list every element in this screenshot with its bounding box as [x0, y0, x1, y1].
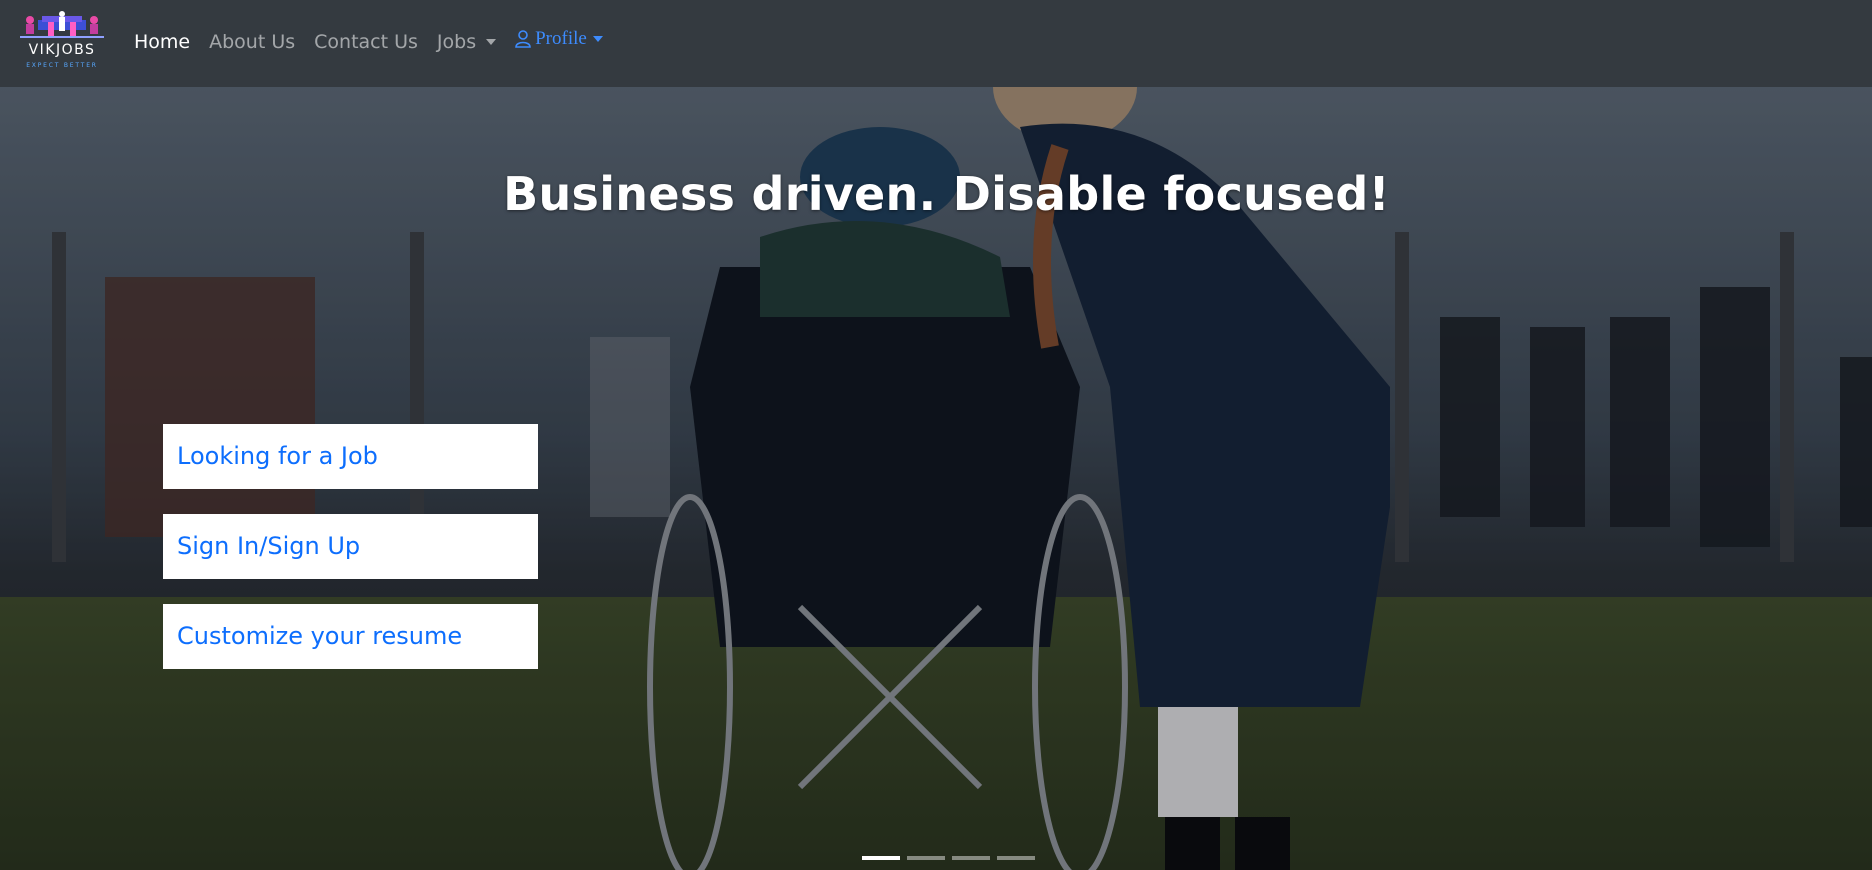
sign-in-sign-up-button[interactable]: Sign In/Sign Up — [163, 514, 538, 579]
nav-jobs-dropdown[interactable]: Jobs — [436, 30, 497, 53]
customize-resume-button[interactable]: Customize your resume — [163, 604, 538, 669]
profile-label: Profile — [535, 27, 587, 49]
brand-name: VIKJOBS — [28, 42, 96, 58]
carousel-indicator-1[interactable] — [862, 856, 900, 860]
chevron-down-icon — [592, 35, 603, 42]
hero-actions: Looking for a Job Sign In/Sign Up Custom… — [163, 424, 538, 694]
brand-logo[interactable]: VIKJOBS EXPECT BETTER — [18, 8, 106, 74]
looking-for-job-button[interactable]: Looking for a Job — [163, 424, 538, 489]
main-nav: Home About Us Contact Us Jobs Profile — [134, 0, 603, 83]
nav-home-link[interactable]: Home — [134, 31, 190, 53]
carousel-indicators — [862, 856, 1042, 860]
hero-carousel: Business driven. Disable focused! Lookin… — [0, 87, 1872, 870]
chevron-down-icon — [486, 38, 497, 45]
hero-headline: Business driven. Disable focused! — [503, 167, 1390, 221]
brand-tagline: EXPECT BETTER — [26, 62, 98, 69]
carousel-indicator-4[interactable] — [997, 856, 1035, 860]
nav-jobs-label: Jobs — [436, 30, 477, 53]
nav-contact-link[interactable]: Contact Us — [314, 31, 418, 53]
top-navbar: VIKJOBS EXPECT BETTER Home About Us Cont… — [0, 0, 1872, 87]
profile-dropdown[interactable]: Profile — [515, 28, 603, 50]
carousel-indicator-3[interactable] — [952, 856, 990, 860]
logo-graphic-icon — [20, 11, 104, 38]
user-icon — [515, 29, 531, 48]
nav-about-link[interactable]: About Us — [209, 31, 295, 53]
carousel-indicator-2[interactable] — [907, 856, 945, 860]
